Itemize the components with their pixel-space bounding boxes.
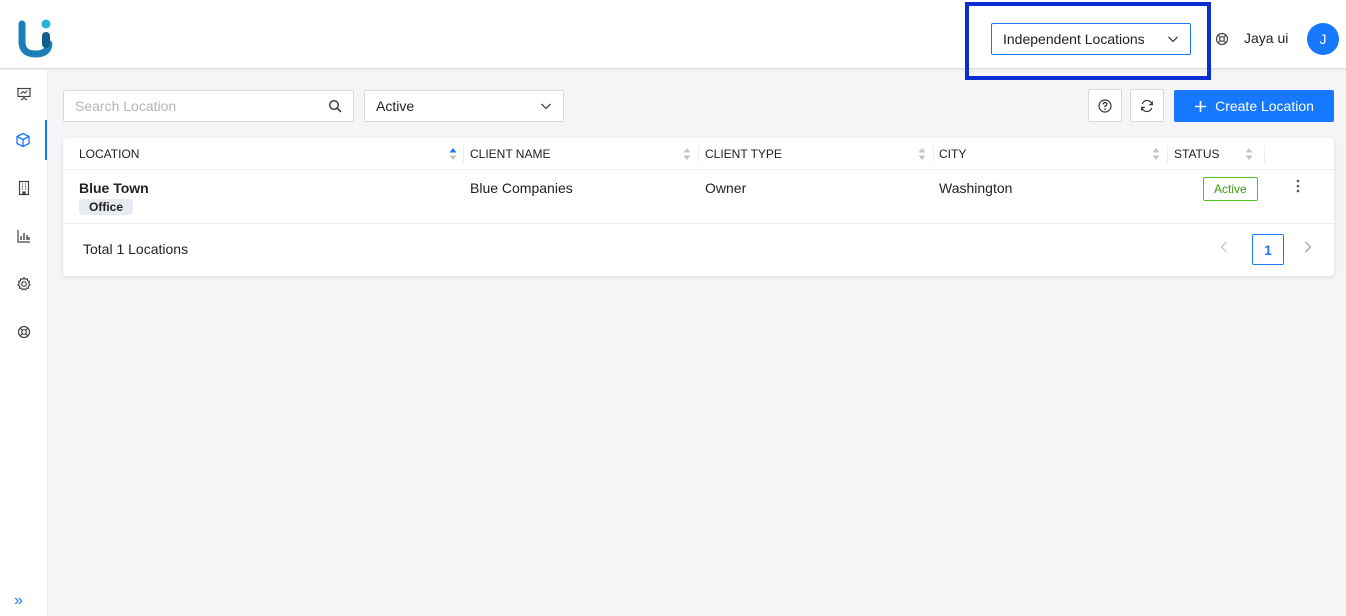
client-type: Owner: [705, 180, 747, 196]
column-divider: [463, 145, 464, 163]
sort-icon: [1152, 148, 1160, 160]
refresh-button[interactable]: [1130, 89, 1164, 122]
column-divider: [933, 145, 934, 163]
column-header-city[interactable]: CITY: [939, 138, 1166, 170]
pagination-prev-icon[interactable]: [1219, 240, 1229, 254]
support-icon: [17, 325, 30, 339]
cube-icon: [15, 132, 30, 148]
refresh-icon: [1141, 99, 1153, 112]
table-row[interactable]: Blue Town Office Blue Companies Owner Wa…: [63, 170, 1334, 224]
more-vertical-icon[interactable]: [1291, 178, 1305, 194]
search-icon[interactable]: [328, 99, 342, 113]
sidebar-item-locations[interactable]: [0, 120, 47, 160]
expand-sidebar-icon[interactable]: »: [14, 592, 23, 610]
status-filter-select[interactable]: Active: [364, 90, 564, 122]
column-header-client-type[interactable]: CLIENT TYPE: [705, 138, 932, 170]
city: Washington: [939, 180, 1013, 196]
sidebar-item-reports[interactable]: [0, 216, 47, 256]
sidebar-item-support[interactable]: [0, 312, 47, 352]
sidebar: »: [0, 70, 48, 616]
create-location-label: Create Location: [1215, 98, 1314, 114]
sidebar-item-dashboard[interactable]: [0, 74, 47, 114]
search-input[interactable]: [75, 98, 328, 114]
pagination-next-icon[interactable]: [1303, 240, 1313, 254]
table-header: LOCATION CLIENT NAME CLIENT TYPE CITY ST…: [63, 138, 1334, 170]
column-header-label: CLIENT NAME: [470, 147, 551, 161]
support-icon[interactable]: [1215, 32, 1229, 46]
bar-chart-icon: [16, 230, 30, 243]
column-header-status[interactable]: STATUS: [1174, 138, 1259, 170]
location-type-select[interactable]: Independent Locations: [991, 23, 1191, 55]
top-bar: Independent Locations Jaya ui J: [0, 0, 1346, 69]
sort-icon: [918, 148, 926, 160]
column-divider: [1264, 145, 1265, 163]
create-location-button[interactable]: Create Location: [1174, 90, 1334, 122]
sort-icon: [1245, 148, 1253, 160]
status-badge: Active: [1203, 177, 1258, 201]
column-header-label: CITY: [939, 147, 967, 161]
sort-icon: [449, 148, 457, 160]
sidebar-item-settings[interactable]: [0, 264, 47, 304]
building-icon: [18, 180, 29, 196]
avatar[interactable]: J: [1307, 23, 1339, 55]
column-divider: [1167, 145, 1168, 163]
client-name: Blue Companies: [470, 180, 573, 196]
app-logo[interactable]: [18, 18, 54, 58]
search-box[interactable]: [63, 90, 354, 122]
user-name[interactable]: Jaya ui: [1244, 30, 1288, 46]
column-header-location[interactable]: LOCATION: [79, 138, 463, 170]
column-header-label: STATUS: [1174, 147, 1220, 161]
status-filter-value: Active: [376, 98, 415, 114]
chevron-down-icon: [1168, 36, 1178, 43]
pagination-page[interactable]: 1: [1252, 234, 1284, 265]
location-tag: Office: [79, 199, 134, 215]
help-button[interactable]: [1088, 89, 1122, 122]
chevron-down-icon: [541, 103, 551, 110]
question-circle-icon: [1098, 98, 1112, 113]
column-header-label: LOCATION: [79, 147, 140, 161]
location-type-select-value: Independent Locations: [1003, 31, 1145, 47]
plus-icon: [1195, 100, 1207, 112]
column-header-label: CLIENT TYPE: [705, 147, 782, 161]
gear-icon: [16, 276, 31, 291]
location-name[interactable]: Blue Town: [79, 180, 149, 196]
locations-table-card: LOCATION CLIENT NAME CLIENT TYPE CITY ST…: [63, 138, 1334, 276]
sort-icon: [683, 148, 691, 160]
sidebar-item-buildings[interactable]: [0, 168, 47, 208]
column-header-client-name[interactable]: CLIENT NAME: [470, 138, 697, 170]
total-count: Total 1 Locations: [83, 241, 189, 257]
presentation-icon: [16, 87, 31, 101]
column-divider: [698, 145, 699, 163]
